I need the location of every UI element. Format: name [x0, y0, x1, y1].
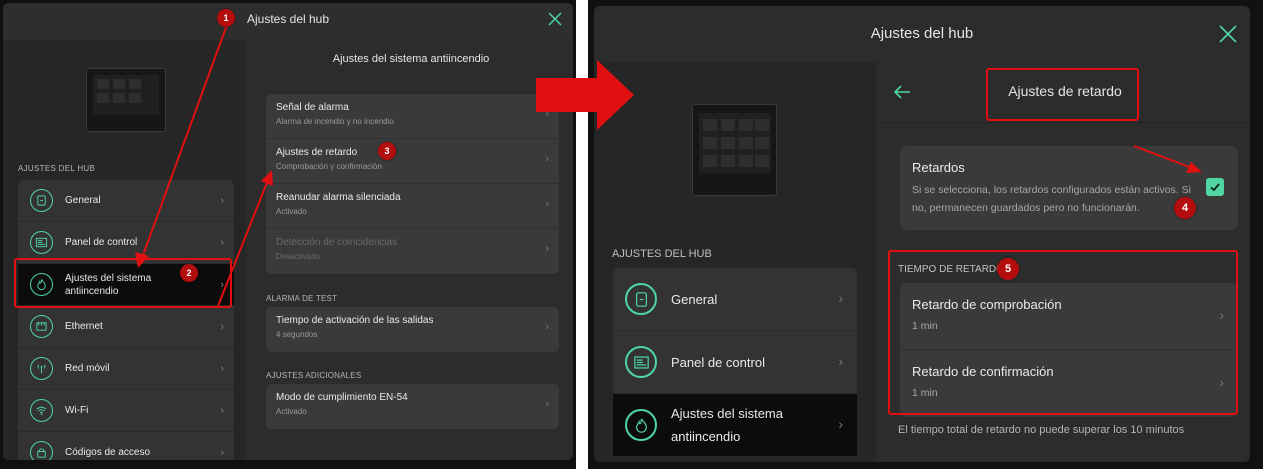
sidebar-item-label: General [671, 291, 718, 307]
window-title: Ajustes del hub [3, 3, 573, 40]
sidebar-item-label: General [65, 195, 101, 206]
hub-icon [625, 283, 657, 315]
section-ajustes-adicionales: AJUSTES ADICIONALES [266, 371, 362, 380]
chevron-right-icon: › [545, 243, 549, 255]
fire-settings-group: Señal de alarma Alarma de incendio y no … [266, 94, 559, 274]
row-senal-de-alarma[interactable]: Señal de alarma Alarma de incendio y no … [266, 94, 559, 139]
chevron-right-icon: › [220, 237, 224, 249]
sidebar: AJUSTES DEL HUB General › Panel de contr… [594, 62, 876, 462]
sidebar-item-label: Ajustes del sistema antiincendio [671, 406, 783, 444]
step-badge-5: 5 [997, 258, 1019, 280]
sidebar-list: General › Panel de control › Ajustes del… [613, 268, 857, 457]
hub-device-image [692, 104, 777, 196]
chevron-right-icon: › [838, 290, 843, 306]
pane-title: Ajustes del sistema antiincendio [332, 53, 490, 65]
sidebar-list: General › Panel de control › Ajustes del… [18, 180, 234, 460]
row-title: Reanudar alarma silenciada [276, 192, 401, 203]
row-reanudar-alarma[interactable]: Reanudar alarma silenciada Activado › [266, 184, 559, 229]
chevron-right-icon: › [220, 447, 224, 459]
row-title: Tiempo de activación de las salidas [276, 315, 434, 326]
row-subtitle: Activado [276, 207, 307, 216]
delays-checkbox[interactable] [1206, 178, 1224, 196]
delays-title: Retardos [912, 160, 965, 175]
step-badge-2: 2 [180, 264, 198, 282]
chevron-right-icon: › [220, 321, 224, 333]
sidebar-item-general[interactable]: General › [613, 268, 857, 331]
sidebar-item-panel-de-control[interactable]: Panel de control › [613, 331, 857, 394]
window-title: Ajustes del hub [870, 25, 974, 42]
fire-settings-pane: Ajustes del sistema antiincendio Señal d… [249, 40, 573, 460]
sidebar: AJUSTES DEL HUB General › Panel de contr… [3, 40, 246, 460]
sidebar-item-fire-system[interactable]: Ajustes del sistema antiincendio › [613, 394, 857, 457]
ethernet-icon [30, 315, 53, 338]
panel-icon [30, 231, 53, 254]
page: Ajustes del hub AJUSTES DEL HUB General … [0, 0, 1263, 469]
sidebar-item-label: Wi-Fi [65, 405, 89, 416]
lock-icon [30, 441, 53, 460]
left-screenshot: Ajustes del hub AJUSTES DEL HUB General … [0, 0, 576, 469]
sidebar-item-label: Panel de control [671, 354, 765, 370]
chevron-right-icon: › [838, 416, 843, 432]
close-icon[interactable] [1218, 24, 1238, 44]
sidebar-section-label: AJUSTES DEL HUB [18, 164, 96, 173]
row-deteccion-coincidencias: Detección de coincidencias Desactivado › [266, 229, 559, 274]
row-modo-en54[interactable]: Modo de cumplimiento EN-54 Activado › [266, 384, 559, 429]
row-title: Modo de cumplimiento EN-54 [276, 392, 408, 403]
extra-group: Modo de cumplimiento EN-54 Activado › [266, 384, 559, 429]
chevron-right-icon: › [220, 363, 224, 375]
row-title: Detección de coincidencias [276, 237, 398, 248]
antenna-icon [30, 357, 53, 380]
step-badge-4: 4 [1174, 197, 1196, 219]
chevron-right-icon: › [545, 198, 549, 210]
row-title: Señal de alarma [276, 102, 349, 113]
sidebar-section-label: AJUSTES DEL HUB [612, 248, 712, 260]
panel-icon [625, 346, 657, 378]
row-subtitle: Activado [276, 407, 307, 416]
row-subtitle: 4 segundos [276, 330, 318, 339]
section-alarma-de-test: ALARMA DE TEST [266, 294, 338, 303]
hub-settings-window: Ajustes del hub AJUSTES DEL HUB General … [3, 3, 573, 460]
row-subtitle: Desactivado [276, 252, 321, 261]
delay-footer-note: El tiempo total de retardo no puede supe… [898, 424, 1185, 436]
sidebar-item-ethernet[interactable]: Ethernet › [18, 306, 234, 348]
chevron-right-icon: › [545, 398, 549, 410]
sidebar-item-label: Red móvil [65, 363, 110, 374]
sidebar-item-label: Ethernet [65, 321, 103, 332]
highlight-delay-times [888, 250, 1238, 415]
row-ajustes-de-retardo[interactable]: Ajustes de retardo Comprobación y confir… [266, 139, 559, 184]
back-arrow-icon[interactable] [890, 80, 914, 104]
close-icon[interactable] [547, 11, 563, 27]
chevron-right-icon: › [545, 153, 549, 165]
highlight-delay-title [986, 68, 1139, 121]
row-subtitle: Comprobación y confirmación [276, 162, 382, 171]
check-icon [1210, 183, 1220, 192]
chevron-right-icon: › [220, 405, 224, 417]
chevron-right-icon: › [545, 321, 549, 333]
hub-device-image [86, 68, 166, 132]
sidebar-item-general[interactable]: General › [18, 180, 234, 222]
test-group: Tiempo de activación de las salidas 4 se… [266, 307, 559, 352]
highlight-fire-item [14, 258, 232, 308]
step-badge-1: 1 [217, 9, 235, 27]
sidebar-item-label: Códigos de acceso [65, 447, 151, 458]
step-badge-3: 3 [378, 142, 396, 160]
chevron-right-icon: › [838, 353, 843, 369]
sidebar-item-red-movil[interactable]: Red móvil › [18, 348, 234, 390]
row-title: Ajustes de retardo [276, 147, 358, 158]
row-subtitle: Alarma de incendio y no incendio [276, 117, 394, 126]
sidebar-item-codigos[interactable]: Códigos de acceso › [18, 432, 234, 460]
chevron-right-icon: › [220, 195, 224, 207]
hub-icon [30, 189, 53, 212]
sidebar-item-wifi[interactable]: Wi-Fi › [18, 390, 234, 432]
fire-icon [625, 409, 657, 441]
sidebar-item-label: Panel de control [65, 237, 138, 248]
chevron-right-icon: › [545, 108, 549, 120]
row-tiempo-activacion[interactable]: Tiempo de activación de las salidas 4 se… [266, 307, 559, 352]
wifi-icon [30, 399, 53, 422]
delays-description: Si se selecciona, los retardos configura… [912, 184, 1191, 214]
divider [880, 122, 1250, 123]
